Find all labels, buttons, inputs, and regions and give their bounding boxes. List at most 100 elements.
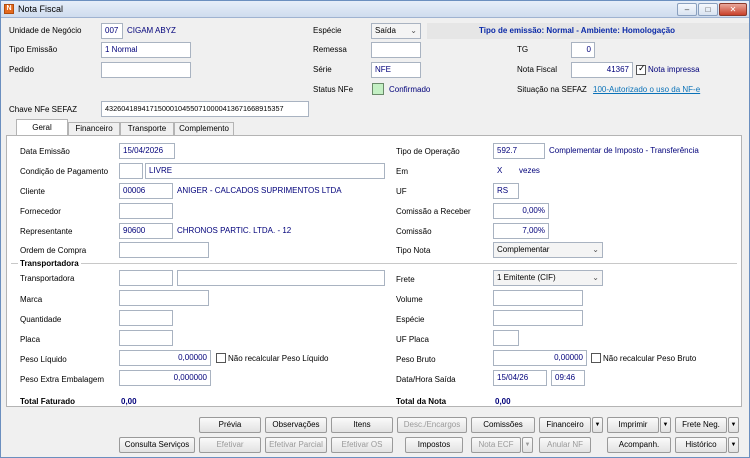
uf-field[interactable]: RS bbox=[493, 183, 519, 199]
pedido-label: Pedido bbox=[9, 65, 34, 74]
nota-ecf-dropdown-icon[interactable]: ▼ bbox=[522, 437, 533, 453]
frete-select[interactable]: 1 Emitente (CIF) ⌄ bbox=[493, 270, 603, 286]
frete-label: Frete bbox=[396, 275, 415, 284]
tg-label: TG bbox=[517, 45, 529, 54]
minimize-button[interactable]: – bbox=[677, 3, 697, 16]
nao-recalc-liquido-checkbox[interactable] bbox=[216, 353, 226, 363]
anular-nf-button[interactable]: Anular NF bbox=[539, 437, 591, 453]
tipo-nota-label: Tipo Nota bbox=[396, 246, 431, 255]
efetivar-button[interactable]: Efetivar bbox=[199, 437, 261, 453]
fornecedor-field[interactable] bbox=[119, 203, 173, 219]
nao-recalc-bruto-checkbox[interactable] bbox=[591, 353, 601, 363]
acompanh-button[interactable]: Acompanh. bbox=[607, 437, 671, 453]
peso-extra-field[interactable]: 0,000000 bbox=[119, 370, 211, 386]
volume-label: Volume bbox=[396, 295, 423, 304]
maximize-button[interactable]: □ bbox=[698, 3, 718, 16]
ordem-compra-field[interactable] bbox=[119, 242, 209, 258]
frete-neg-button[interactable]: Frete Neg. bbox=[675, 417, 727, 433]
situacao-link[interactable]: 100-Autorizado o uso da NF-e bbox=[593, 85, 700, 94]
tab-transporte[interactable]: Transporte bbox=[120, 122, 174, 136]
placa-label: Placa bbox=[20, 335, 41, 344]
data-emissao-field[interactable]: 15/04/2026 bbox=[119, 143, 175, 159]
marca-label: Marca bbox=[20, 295, 43, 304]
condicao-field[interactable]: LIVRE bbox=[145, 163, 385, 179]
peso-bruto-label: Peso Bruto bbox=[396, 355, 436, 364]
unidade-label: Unidade de Negócio bbox=[9, 26, 82, 35]
close-button[interactable]: ✕ bbox=[719, 3, 747, 16]
nao-recalc-liquido-label: Não recalcular Peso Líquido bbox=[228, 354, 329, 363]
nota-fiscal-label: Nota Fiscal bbox=[517, 65, 558, 74]
chave-field[interactable]: 4326041894171500010455071000041367166891… bbox=[101, 101, 309, 117]
tipo-emissao-field[interactable]: 1 Normal bbox=[101, 42, 191, 58]
remessa-field[interactable] bbox=[371, 42, 421, 58]
tg-field[interactable]: 0 bbox=[571, 42, 595, 58]
unidade-code-field[interactable]: 007 bbox=[101, 23, 123, 39]
especie-value: Saída bbox=[375, 26, 396, 35]
serie-field[interactable]: NFE bbox=[371, 62, 421, 78]
tab-complemento[interactable]: Complemento bbox=[174, 122, 234, 136]
tipo-operacao-desc: Complementar de Imposto - Transferência bbox=[549, 146, 699, 155]
peso-bruto-field[interactable]: 0,00000 bbox=[493, 350, 587, 366]
especie-transp-label: Espécie bbox=[396, 315, 425, 324]
impostos-button[interactable]: Impostos bbox=[405, 437, 463, 453]
volume-field[interactable] bbox=[493, 290, 583, 306]
efetivar-os-button[interactable]: Efetivar OS bbox=[331, 437, 393, 453]
nota-ecf-button[interactable]: Nota ECF bbox=[471, 437, 521, 453]
especie-transp-field[interactable] bbox=[493, 310, 583, 326]
comissao-field[interactable]: 7,00% bbox=[493, 223, 549, 239]
desc-encargos-button[interactable]: Desc./Encargos bbox=[397, 417, 467, 433]
em-label: Em bbox=[396, 167, 408, 176]
efetivar-parcial-button[interactable]: Efetivar Parcial bbox=[265, 437, 327, 453]
status-indicator-icon bbox=[372, 83, 384, 95]
peso-liquido-field[interactable]: 0,00000 bbox=[119, 350, 211, 366]
frete-neg-dropdown-icon[interactable]: ▼ bbox=[728, 417, 739, 433]
financeiro-button[interactable]: Financeiro bbox=[539, 417, 591, 433]
comissao-label: Comissão bbox=[396, 227, 432, 236]
tipo-nota-select[interactable]: Complementar ⌄ bbox=[493, 242, 603, 258]
consulta-servicos-button[interactable]: Consulta Serviços bbox=[119, 437, 195, 453]
placa-field[interactable] bbox=[119, 330, 173, 346]
tab-financeiro[interactable]: Financeiro bbox=[68, 122, 120, 136]
representante-code-field[interactable]: 90600 bbox=[119, 223, 173, 239]
previa-button[interactable]: Prévia bbox=[199, 417, 261, 433]
nota-fiscal-window: N Nota Fiscal – □ ✕ Unidade de Negócio 0… bbox=[0, 0, 750, 458]
transportadora-section-title: Transportadora bbox=[18, 259, 81, 268]
serie-label: Série bbox=[313, 65, 332, 74]
nota-impressa-checkbox[interactable]: ✓ bbox=[636, 63, 646, 75]
cliente-code-field[interactable]: 00006 bbox=[119, 183, 173, 199]
historico-dropdown-icon[interactable]: ▼ bbox=[728, 437, 739, 453]
tab-geral[interactable]: Geral bbox=[16, 119, 68, 136]
especie-select[interactable]: Saída ⌄ bbox=[371, 23, 421, 39]
comissoes-button[interactable]: Comissões bbox=[471, 417, 535, 433]
quantidade-field[interactable] bbox=[119, 310, 173, 326]
condicao-label: Condição de Pagamento bbox=[20, 167, 109, 176]
financeiro-dropdown-icon[interactable]: ▼ bbox=[592, 417, 603, 433]
data-saida-field[interactable]: 15/04/26 bbox=[493, 370, 547, 386]
total-nota-label: Total da Nota bbox=[396, 397, 447, 406]
condicao-code-field[interactable] bbox=[119, 163, 143, 179]
imprimir-button[interactable]: Imprimir bbox=[607, 417, 659, 433]
hora-saida-field[interactable]: 09:46 bbox=[551, 370, 585, 386]
transportadora-name-field[interactable] bbox=[177, 270, 385, 286]
data-emissao-label: Data Emissão bbox=[20, 147, 70, 156]
historico-button[interactable]: Histórico bbox=[675, 437, 727, 453]
nota-fiscal-field[interactable]: 41367 bbox=[571, 62, 633, 78]
app-icon: N bbox=[4, 4, 14, 14]
comissao-receber-field[interactable]: 0,00% bbox=[493, 203, 549, 219]
tipo-nota-value: Complementar bbox=[497, 245, 550, 254]
marca-field[interactable] bbox=[119, 290, 209, 306]
observacoes-button[interactable]: Observações bbox=[265, 417, 327, 433]
transportadora-label: Transportadora bbox=[20, 274, 75, 283]
unidade-name: CIGAM ABYZ bbox=[127, 26, 176, 35]
cliente-name: ANIGER - CALCADOS SUPRIMENTOS LTDA bbox=[177, 186, 342, 195]
itens-button[interactable]: Itens bbox=[331, 417, 393, 433]
pedido-field[interactable] bbox=[101, 62, 191, 78]
uf-placa-field[interactable] bbox=[493, 330, 519, 346]
frete-value: 1 Emitente (CIF) bbox=[497, 273, 556, 282]
imprimir-dropdown-icon[interactable]: ▼ bbox=[660, 417, 671, 433]
transportadora-code-field[interactable] bbox=[119, 270, 173, 286]
nota-impressa-label: Nota impressa bbox=[648, 65, 700, 74]
representante-name: CHRONOS PARTIC. LTDA. - 12 bbox=[177, 226, 292, 235]
tipo-operacao-field[interactable]: 592.7 bbox=[493, 143, 545, 159]
tipo-emissao-label: Tipo Emissão bbox=[9, 45, 58, 54]
